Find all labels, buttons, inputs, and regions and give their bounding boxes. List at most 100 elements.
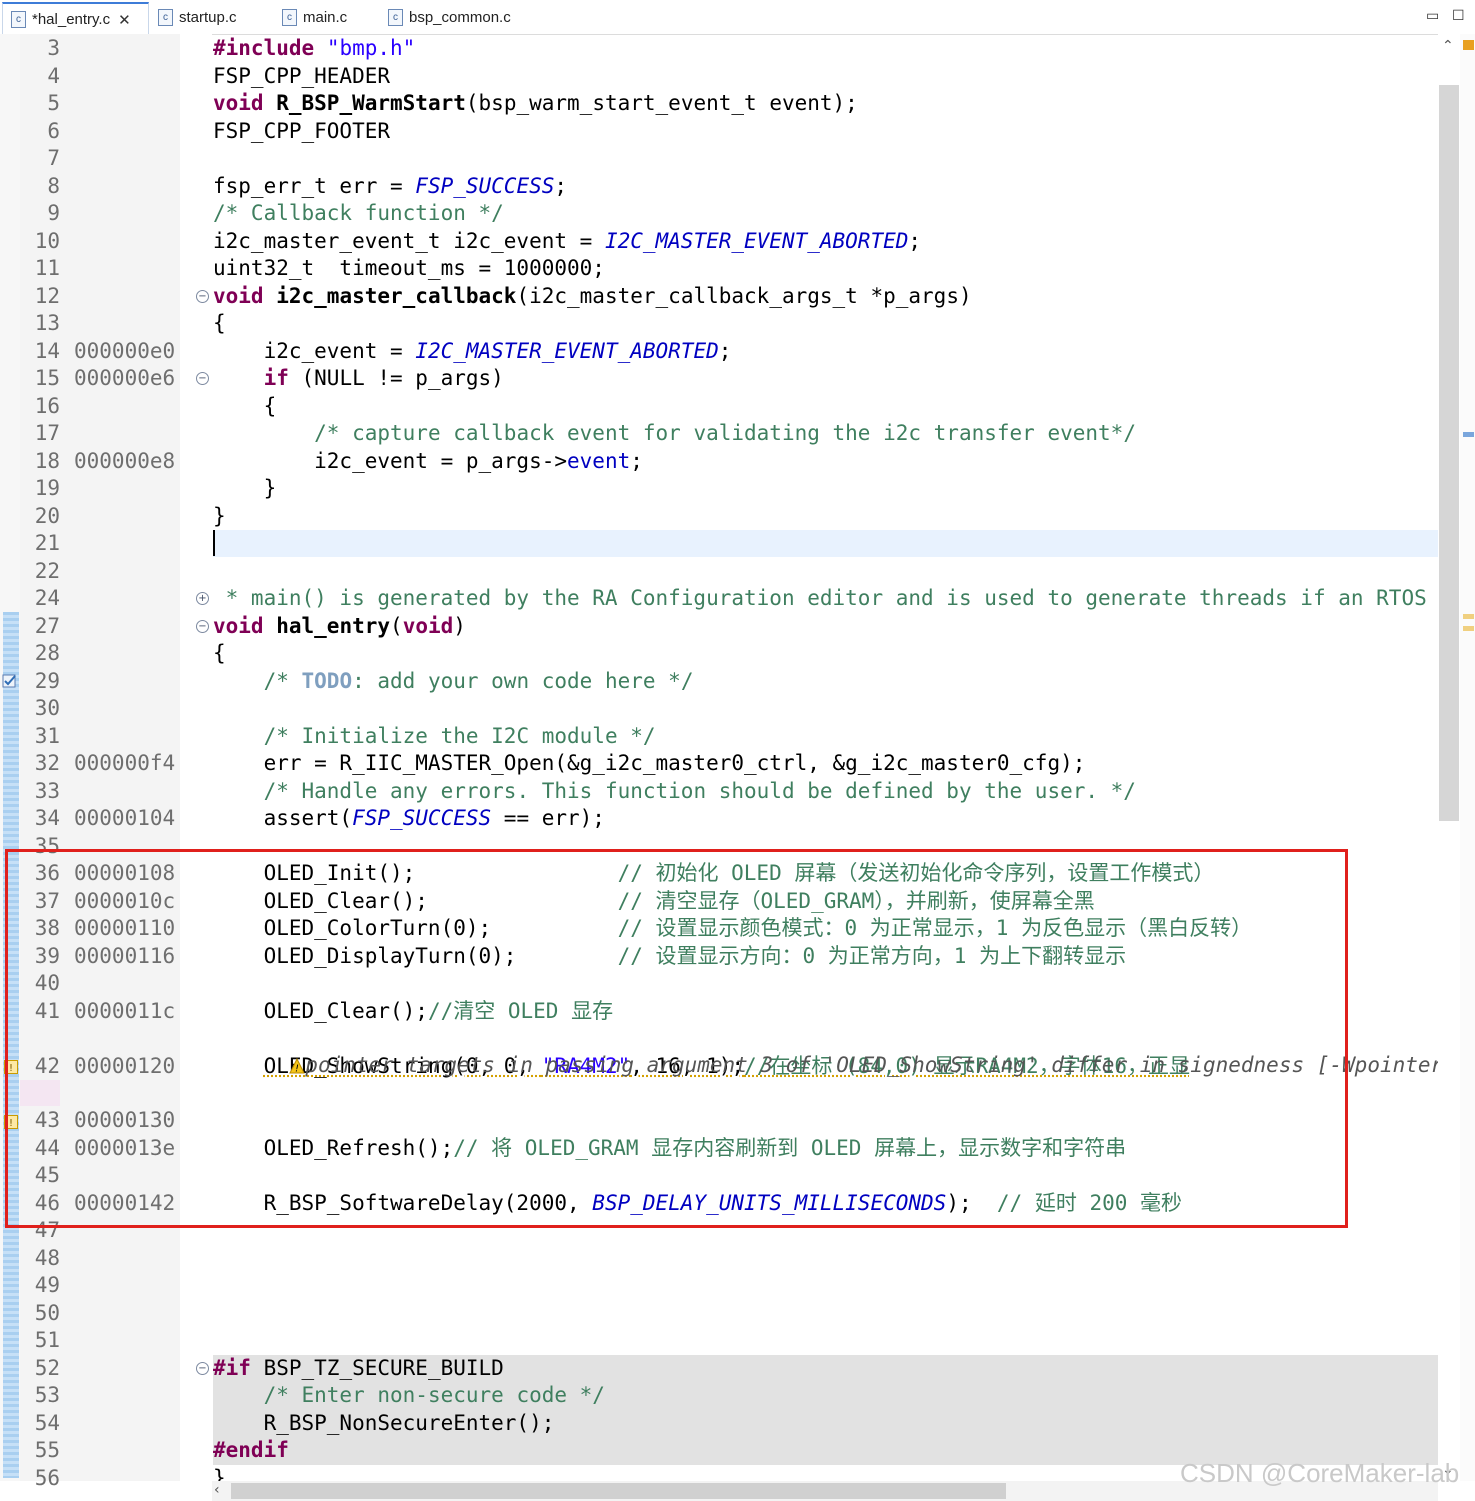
line-number: 49 [34, 1273, 60, 1297]
code-line[interactable]: 7 [0, 145, 1438, 172]
code-line[interactable]: 29 /* TODO: add your own code here */ [0, 668, 1438, 695]
code-text: { [213, 311, 226, 335]
tab-hal-entry[interactable]: c *hal_entry.c ✕ [2, 2, 149, 35]
line-number: 24 [34, 586, 60, 610]
code-line[interactable]: 21 [0, 530, 1438, 557]
line-number: 33 [34, 779, 60, 803]
code-text: assert(FSP_SUCCESS == err); [213, 806, 605, 830]
collapse-fold-icon[interactable]: − [196, 620, 209, 633]
line-number: 9 [47, 201, 60, 225]
code-text: uint32_t timeout_ms = 1000000; [213, 256, 605, 280]
scroll-left-icon[interactable]: ‹ [214, 1482, 220, 1498]
line-number: 50 [34, 1301, 60, 1325]
code-line[interactable]: 33 /* Handle any errors. This function s… [0, 778, 1438, 805]
line-number: 48 [34, 1246, 60, 1270]
code-line[interactable]: 22 [0, 558, 1438, 585]
maximize-icon[interactable]: ☐ [1452, 8, 1465, 24]
line-number: 18 [34, 449, 60, 473]
code-line[interactable]: 28 { [0, 640, 1438, 667]
vertical-scroll-thumb[interactable] [1439, 85, 1459, 821]
line-number: 6 [47, 119, 60, 143]
c-file-icon: c [388, 9, 403, 26]
code-text: void hal_entry(void) [213, 614, 466, 638]
code-text: err = R_IIC_MASTER_Open(&g_i2c_master0_c… [213, 751, 1086, 775]
overview-ruler [1460, 34, 1475, 1481]
collapse-fold-icon[interactable]: − [196, 1362, 209, 1375]
code-line[interactable]: 3 #include "bmp.h" [0, 35, 1438, 62]
line-number: 56 [34, 1466, 60, 1490]
address-label: 000000f4 [74, 751, 176, 775]
line-number: 30 [34, 696, 60, 720]
code-text: i2c_event = I2C_MASTER_EVENT_ABORTED; [213, 339, 732, 363]
code-line[interactable]: 34 00000104 assert(FSP_SUCCESS == err); [0, 805, 1438, 832]
line-number: 5 [47, 91, 60, 115]
code-line[interactable]: 10 i2c_master_event_t i2c_event = I2C_MAS… [0, 228, 1438, 255]
tab-bsp-common[interactable]: c bsp_common.c [380, 2, 530, 33]
overview-warning-marker[interactable] [1463, 626, 1474, 631]
close-icon[interactable]: ✕ [118, 11, 131, 29]
code-line[interactable]: 12 − void i2c_master_callback(i2c_master_c… [0, 283, 1438, 310]
overview-occurrence-marker[interactable] [1463, 432, 1474, 437]
line-number: 52 [34, 1356, 60, 1380]
code-line[interactable]: 31 /* Initialize the I2C module */ [0, 723, 1438, 750]
line-number: 7 [47, 146, 60, 170]
address-label: 00000104 [74, 806, 176, 830]
code-text: /* Enter non-secure code */ [263, 1383, 605, 1407]
code-line[interactable]: 15 000000e6 − if (NULL != p_args) [0, 365, 1438, 392]
code-line[interactable]: 18 000000e8 i2c_event = p_args->event; [0, 448, 1438, 475]
code-line[interactable]: 24 + * main() is generated by the RA Conf… [0, 585, 1438, 612]
code-line[interactable]: 53 /* Enter non-secure code */ [0, 1382, 1438, 1409]
line-number: 12 [34, 284, 60, 308]
code-line[interactable]: 30 [0, 695, 1438, 722]
code-line[interactable]: 4 FSP_CPP_HEADER [0, 63, 1438, 90]
code-line[interactable]: 5 void R_BSP_WarmStart(bsp_warm_start_eve… [0, 90, 1438, 117]
overview-warning-marker[interactable] [1463, 614, 1474, 619]
code-text: /* Initialize the I2C module */ [263, 724, 656, 748]
code-text: void R_BSP_WarmStart(bsp_warm_start_even… [213, 91, 858, 115]
code-line[interactable]: 52 − #if BSP_TZ_SECURE_BUILD [0, 1355, 1438, 1382]
code-line[interactable]: 27 − void hal_entry(void) [0, 613, 1438, 640]
code-line[interactable]: 49 [0, 1272, 1438, 1299]
line-number: 31 [34, 724, 60, 748]
minimize-icon[interactable]: ▭ [1426, 8, 1439, 24]
code-line[interactable]: 16 { [0, 393, 1438, 420]
code-line[interactable]: 17 /* capture callback event for validat… [0, 420, 1438, 447]
tab-main[interactable]: c main.c [274, 2, 374, 33]
code-text: FSP_CPP_HEADER [213, 64, 391, 88]
code-text: fsp_err_t err = FSP_SUCCESS; [213, 174, 568, 198]
line-number: 14 [34, 339, 60, 363]
line-number: 11 [34, 256, 60, 280]
tab-startup[interactable]: c startup.c [150, 2, 270, 33]
code-text: } [213, 476, 277, 500]
collapse-fold-icon[interactable]: − [196, 290, 209, 303]
horizontal-scroll-thumb[interactable] [231, 1483, 1006, 1499]
line-number: 8 [47, 174, 60, 198]
code-line[interactable]: 20} [0, 503, 1438, 530]
line-number: 19 [34, 476, 60, 500]
code-line[interactable]: 19 } [0, 475, 1438, 502]
highlight-box [5, 849, 1348, 1228]
code-line[interactable]: 14 000000e0 i2c_event = I2C_MASTER_EVENT_… [0, 338, 1438, 365]
code-line[interactable]: 9 /* Callback function */ [0, 200, 1438, 227]
scroll-up-icon[interactable]: ⌃ [1442, 38, 1454, 54]
task-marker-icon[interactable] [2, 673, 18, 689]
code-line[interactable]: 48 [0, 1245, 1438, 1272]
code-line[interactable]: 51 [0, 1327, 1438, 1354]
line-number: 32 [34, 751, 60, 775]
expand-fold-icon[interactable]: + [196, 592, 209, 605]
code-line[interactable]: 13 { [0, 310, 1438, 337]
text-caret [213, 530, 215, 556]
c-file-icon: c [158, 9, 173, 26]
tab-label: startup.c [179, 9, 237, 26]
code-line[interactable]: 11 uint32_t timeout_ms = 1000000; [0, 255, 1438, 282]
code-line[interactable]: 6 FSP_CPP_FOOTER [0, 118, 1438, 145]
overview-warning-marker[interactable] [1463, 40, 1474, 50]
address-label: 000000e8 [74, 449, 176, 473]
collapse-fold-icon[interactable]: − [196, 372, 209, 385]
code-text: /* Handle any errors. This function shou… [263, 779, 1136, 803]
line-number: 54 [34, 1411, 60, 1435]
code-line[interactable]: 50 [0, 1300, 1438, 1327]
code-line[interactable]: 54 R_BSP_NonSecureEnter(); [0, 1410, 1438, 1437]
code-line[interactable]: 32 000000f4 err = R_IIC_MASTER_Open(&g_i2… [0, 750, 1438, 777]
code-line[interactable]: 8 fsp_err_t err = FSP_SUCCESS; [0, 173, 1438, 200]
